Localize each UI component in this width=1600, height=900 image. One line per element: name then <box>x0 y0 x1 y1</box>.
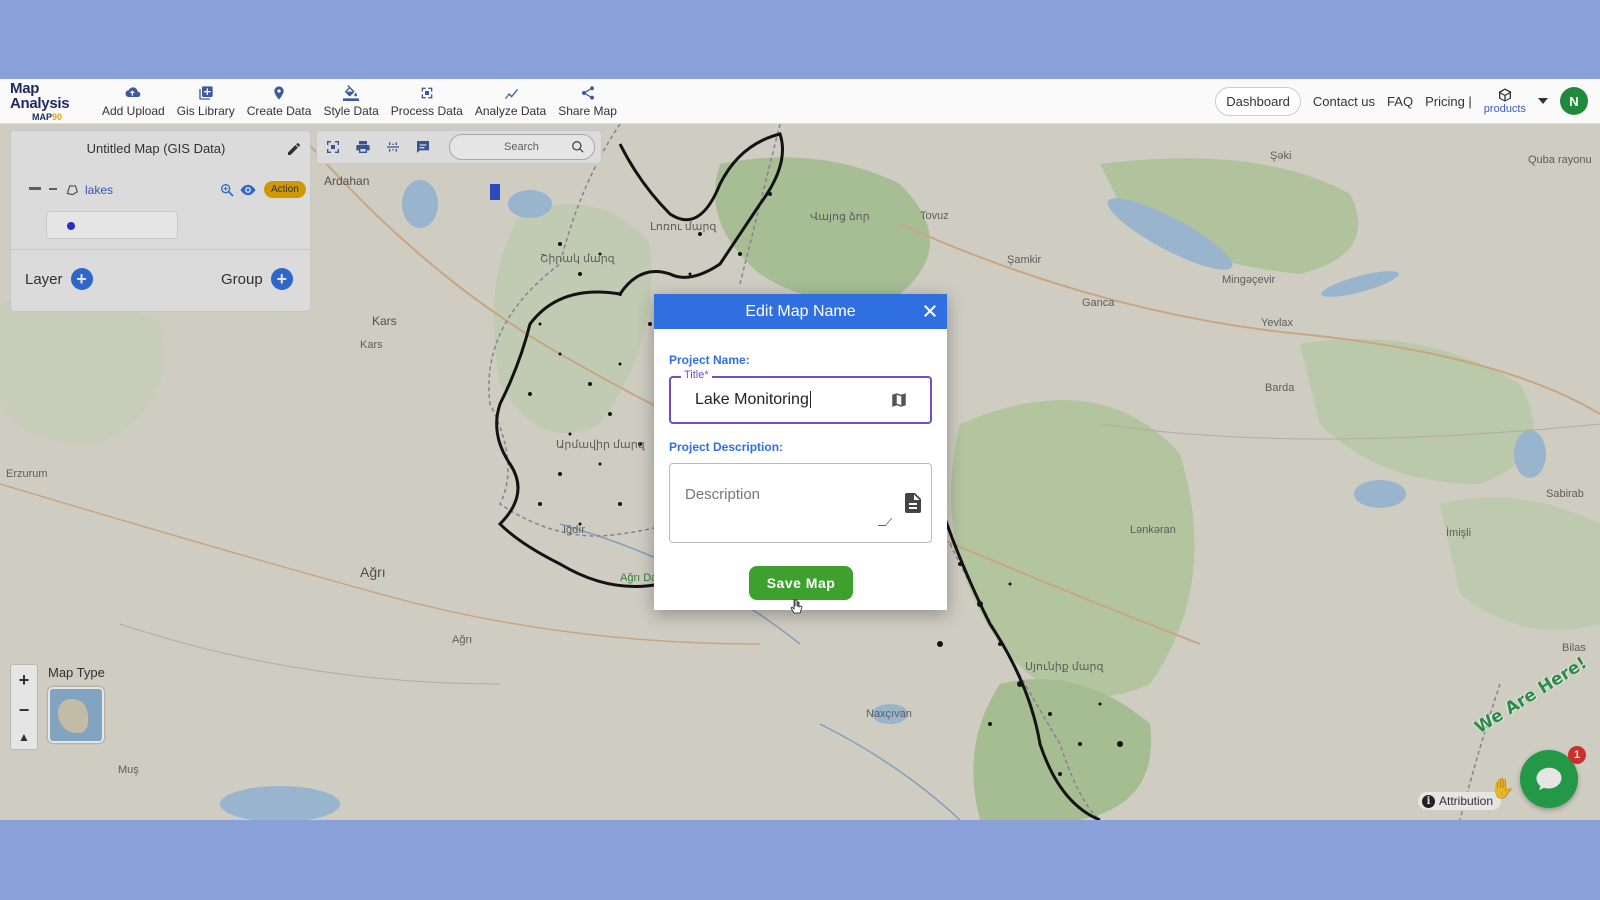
nav-label: Process Data <box>390 103 463 118</box>
logo-title: Map Analysis <box>10 79 70 112</box>
products-label: products <box>1483 103 1526 115</box>
library-icon <box>199 85 213 100</box>
dialog-header: Edit Map Name <box>654 294 947 329</box>
nav-label: Create Data <box>246 103 312 118</box>
nav-analyze-data[interactable]: Analyze Data <box>475 85 546 118</box>
dialog-title: Edit Map Name <box>745 302 856 320</box>
edit-map-name-dialog: Edit Map Name Project Name: Title* Lake … <box>654 294 947 610</box>
logo[interactable]: Map Analysis MAP90 <box>0 81 96 122</box>
nav-process-data[interactable]: Process Data <box>391 85 463 118</box>
document-icon <box>905 493 921 513</box>
nav-gis-library[interactable]: Gis Library <box>177 85 235 118</box>
title-text: Lake Monitoring <box>695 391 809 408</box>
map-pin-icon <box>274 85 284 100</box>
close-icon[interactable] <box>921 302 939 320</box>
nav-share-map[interactable]: Share Map <box>558 85 617 118</box>
resize-handle-icon[interactable] <box>877 518 893 526</box>
dashboard-button[interactable]: Dashboard <box>1215 86 1301 116</box>
chevron-down-icon[interactable] <box>1538 98 1548 104</box>
description-placeholder: Description <box>685 486 761 503</box>
description-textarea[interactable]: Description <box>669 463 932 543</box>
title-value: Lake Monitoring <box>695 391 811 409</box>
mouse-pointer-icon <box>790 599 803 614</box>
cloud-upload-icon <box>125 86 141 97</box>
title-input[interactable]: Title* Lake Monitoring <box>669 369 932 424</box>
nav-style-data[interactable]: Style Data <box>323 84 379 118</box>
cube-icon <box>1498 88 1511 102</box>
nav-label: Gis Library <box>176 103 235 118</box>
nav-label: Style Data <box>323 103 379 118</box>
title-field-legend: Title* <box>681 369 712 381</box>
logo-subtitle: MAP90 <box>32 111 63 122</box>
nav-create-data[interactable]: Create Data <box>246 85 312 118</box>
paint-bucket-icon <box>343 84 360 101</box>
project-name-label: Project Name: <box>669 353 750 367</box>
project-description-label: Project Description: <box>669 440 784 454</box>
faq-link[interactable]: FAQ <box>1387 94 1413 109</box>
contact-link[interactable]: Contact us <box>1313 94 1375 109</box>
map-icon <box>892 393 906 407</box>
nav-label: Analyze Data <box>474 103 547 118</box>
process-icon <box>421 87 433 98</box>
save-map-button[interactable]: Save Map <box>749 566 853 600</box>
avatar[interactable]: N <box>1560 87 1588 115</box>
text-cursor <box>809 391 811 409</box>
top-navbar: Map Analysis MAP90 Add Upload Gis Librar… <box>0 79 1600 124</box>
nav-add-upload[interactable]: Add Upload <box>102 85 165 118</box>
products-menu[interactable]: products <box>1484 87 1526 115</box>
analyze-icon <box>504 88 518 99</box>
share-icon <box>581 85 594 100</box>
nav-label: Share Map <box>558 103 617 118</box>
pricing-link[interactable]: Pricing | <box>1425 94 1472 109</box>
nav-right-group: Dashboard Contact us FAQ Pricing | produ… <box>1215 86 1600 116</box>
nav-label: Add Upload <box>102 103 165 118</box>
